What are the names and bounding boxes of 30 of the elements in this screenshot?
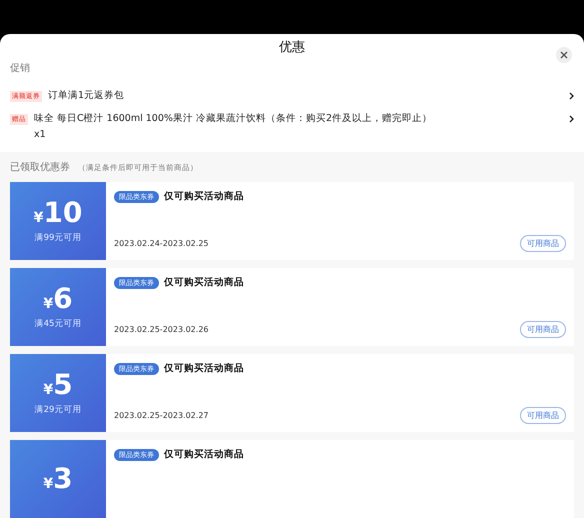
coupon-condition: 满99元可用: [34, 232, 82, 244]
coupon-amount: 3: [53, 465, 73, 493]
coupon-validity: 2023.02.24-2023.02.25: [114, 239, 208, 248]
promotion-text: 味全 每日C橙汁 1600ml 100%果汁 冷藏果蔬汁饮料（条件：购买2件及以上，赠完即止）: [34, 112, 432, 125]
promotion-text: 订单满1元返券包: [48, 89, 124, 102]
currency-symbol: ¥: [43, 382, 54, 398]
coupon-title: 仅可购买活动商品: [164, 362, 244, 375]
coupon-title: 仅可购买活动商品: [164, 190, 244, 203]
chevron-right-icon: [569, 115, 574, 123]
section-heading: 促销: [9, 62, 31, 76]
available-products-button[interactable]: 可用商品: [520, 235, 566, 252]
available-products-button[interactable]: 可用商品: [520, 321, 566, 338]
coupon-title: 仅可购买活动商品: [164, 276, 244, 289]
currency-symbol: ¥: [43, 296, 54, 312]
coupon-amount: 10: [43, 198, 82, 226]
coupon-condition: 满45元可用: [34, 318, 82, 330]
coupon-validity: 2023.02.25-2023.02.27: [114, 411, 208, 420]
coupon-condition: 满29元可用: [34, 404, 82, 416]
close-icon[interactable]: [556, 47, 572, 63]
currency-symbol: ¥: [34, 210, 44, 226]
coupon-amount: 5: [53, 370, 73, 398]
promotion-quantity: x1: [34, 129, 46, 140]
coupon-title: 仅可购买活动商品: [164, 448, 244, 461]
chevron-right-icon: [569, 92, 574, 100]
sheet-title: 优惠: [279, 38, 305, 56]
available-products-button[interactable]: 可用商品: [520, 407, 566, 424]
currency-symbol: ¥: [43, 476, 54, 492]
coupon-validity: 2023.02.25-2023.02.26: [114, 325, 208, 334]
coupon-amount: 6: [53, 284, 73, 312]
section-heading: 已领取优惠券: [10, 160, 70, 174]
